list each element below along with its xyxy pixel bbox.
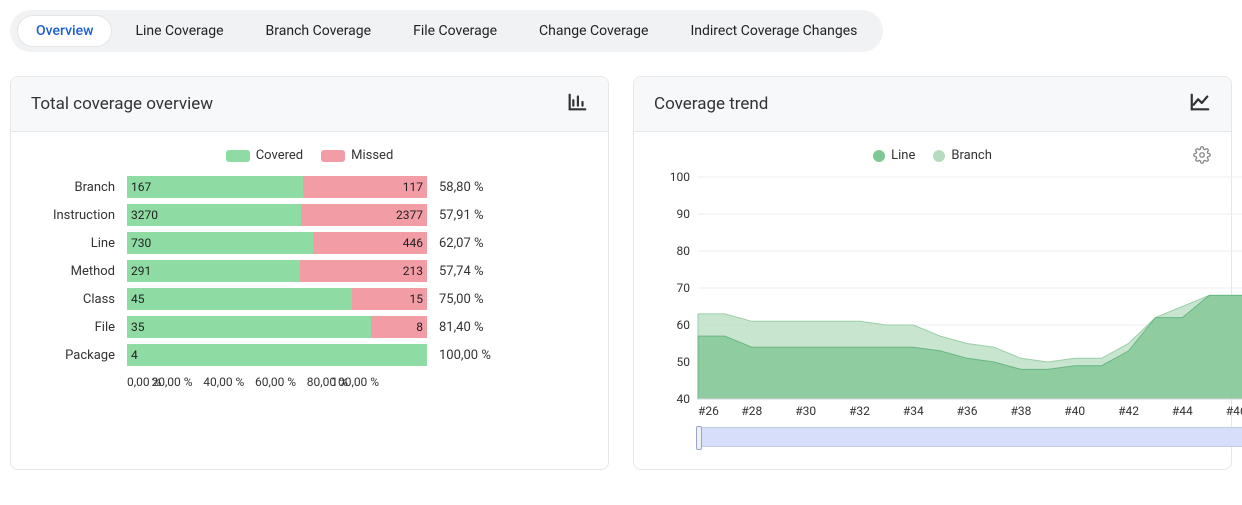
row-label: Instruction (31, 208, 121, 223)
trend-chart: 40 50 60 70 80 90 100 #26 #28 #30 #32 #34 #36 #38 #40 #… (654, 171, 1242, 421)
bar-covered: 4 (127, 344, 427, 366)
row-label: Branch (31, 180, 121, 195)
overview-row: Package 40 100,00 % (31, 341, 588, 369)
bar-missed: 117 (303, 176, 427, 198)
bar-track: 32702377 (127, 204, 427, 226)
svg-text:70: 70 (677, 281, 691, 295)
overview-row: Class 4515 75,00 % (31, 285, 588, 313)
svg-text:#42: #42 (1118, 404, 1139, 418)
tab-file-coverage[interactable]: File Coverage (395, 16, 515, 46)
legend-swatch-missed (321, 150, 345, 162)
svg-text:#40: #40 (1064, 404, 1085, 418)
legend-label-covered: Covered (256, 148, 303, 163)
card-total-coverage-overview: Total coverage overview Covered Missed B… (10, 76, 609, 470)
range-handle-left[interactable] (696, 426, 702, 450)
card-title: Coverage trend (654, 94, 768, 114)
trend-range-slider[interactable] (698, 427, 1242, 447)
row-label: Class (31, 292, 121, 307)
svg-text:40: 40 (677, 392, 691, 406)
svg-text:90: 90 (677, 207, 691, 221)
trend-legend: Line Branch (654, 148, 1211, 163)
bar-missed: 8 (371, 316, 427, 338)
bar-missed: 446 (313, 232, 427, 254)
row-percent: 62,07 % (433, 236, 497, 251)
legend-label-line: Line (891, 148, 915, 163)
tab-overview[interactable]: Overview (18, 16, 111, 46)
overview-row: File 358 81,40 % (31, 313, 588, 341)
bar-track: 291213 (127, 260, 427, 282)
svg-text:#44: #44 (1172, 404, 1193, 418)
svg-text:60: 60 (677, 318, 691, 332)
row-percent: 100,00 % (433, 348, 497, 363)
svg-text:100: 100 (670, 171, 690, 184)
row-percent: 75,00 % (433, 292, 497, 307)
row-label: Line (31, 236, 121, 251)
overview-row: Instruction 32702377 57,91 % (31, 201, 588, 229)
card-coverage-trend: Coverage trend Line Branch 40 50 60 70 80 90 1… (633, 76, 1232, 470)
row-percent: 57,91 % (433, 208, 497, 223)
legend-label-branch: Branch (951, 148, 991, 163)
bar-covered: 167 (127, 176, 303, 198)
row-label: Package (31, 348, 121, 363)
legend-dot-branch (933, 150, 945, 162)
bar-track: 4515 (127, 288, 427, 310)
row-label: File (31, 320, 121, 335)
bar-missed: 213 (300, 260, 427, 282)
tab-bar: Overview Line Coverage Branch Coverage F… (10, 10, 883, 52)
svg-text:50: 50 (677, 355, 691, 369)
overview-x-axis: 0,00 %20,00 %40,00 %60,00 %80,00 %100,00… (127, 375, 427, 389)
x-tick: 20,00 % (151, 375, 192, 389)
line-chart-icon (1189, 91, 1211, 117)
bar-missed: 2377 (301, 204, 427, 226)
svg-text:#28: #28 (741, 404, 762, 418)
row-percent: 57,74 % (433, 264, 497, 279)
tab-indirect-coverage-changes[interactable]: Indirect Coverage Changes (672, 16, 875, 46)
svg-text:#26: #26 (698, 404, 719, 418)
legend-swatch-covered (226, 150, 250, 162)
gear-icon[interactable] (1193, 146, 1211, 168)
bar-covered: 45 (127, 288, 352, 310)
overview-row: Method 291213 57,74 % (31, 257, 588, 285)
card-title: Total coverage overview (31, 94, 213, 114)
overview-bars: Branch 167117 58,80 % Instruction 32702377 57… (31, 173, 588, 369)
card-header: Coverage trend (634, 77, 1231, 132)
row-percent: 81,40 % (433, 320, 497, 335)
bar-track: 167117 (127, 176, 427, 198)
x-tick: 40,00 % (203, 375, 244, 389)
bar-track: 358 (127, 316, 427, 338)
overview-row: Branch 167117 58,80 % (31, 173, 588, 201)
bar-chart-icon (566, 91, 588, 117)
svg-text:#32: #32 (849, 404, 870, 418)
svg-text:#34: #34 (903, 404, 924, 418)
row-percent: 58,80 % (433, 180, 497, 195)
bar-track: 40 (127, 344, 427, 366)
bar-covered: 3270 (127, 204, 301, 226)
bar-track: 730446 (127, 232, 427, 254)
tab-change-coverage[interactable]: Change Coverage (521, 16, 666, 46)
legend-dot-line (873, 150, 885, 162)
bar-covered: 291 (127, 260, 300, 282)
svg-text:#38: #38 (1010, 404, 1031, 418)
bar-missed: 15 (352, 288, 427, 310)
svg-text:#46: #46 (1226, 404, 1242, 418)
bar-covered: 35 (127, 316, 371, 338)
x-tick: 60,00 % (255, 375, 296, 389)
overview-legend: Covered Missed (31, 148, 588, 163)
overview-row: Line 730446 62,07 % (31, 229, 588, 257)
svg-text:#36: #36 (957, 404, 978, 418)
tab-branch-coverage[interactable]: Branch Coverage (248, 16, 390, 46)
card-header: Total coverage overview (11, 77, 608, 132)
x-tick: 100,00 % (331, 375, 379, 389)
svg-text:#30: #30 (795, 404, 816, 418)
tab-line-coverage[interactable]: Line Coverage (117, 16, 241, 46)
svg-text:80: 80 (677, 244, 691, 258)
bar-covered: 730 (127, 232, 313, 254)
row-label: Method (31, 264, 121, 279)
legend-label-missed: Missed (351, 148, 393, 163)
